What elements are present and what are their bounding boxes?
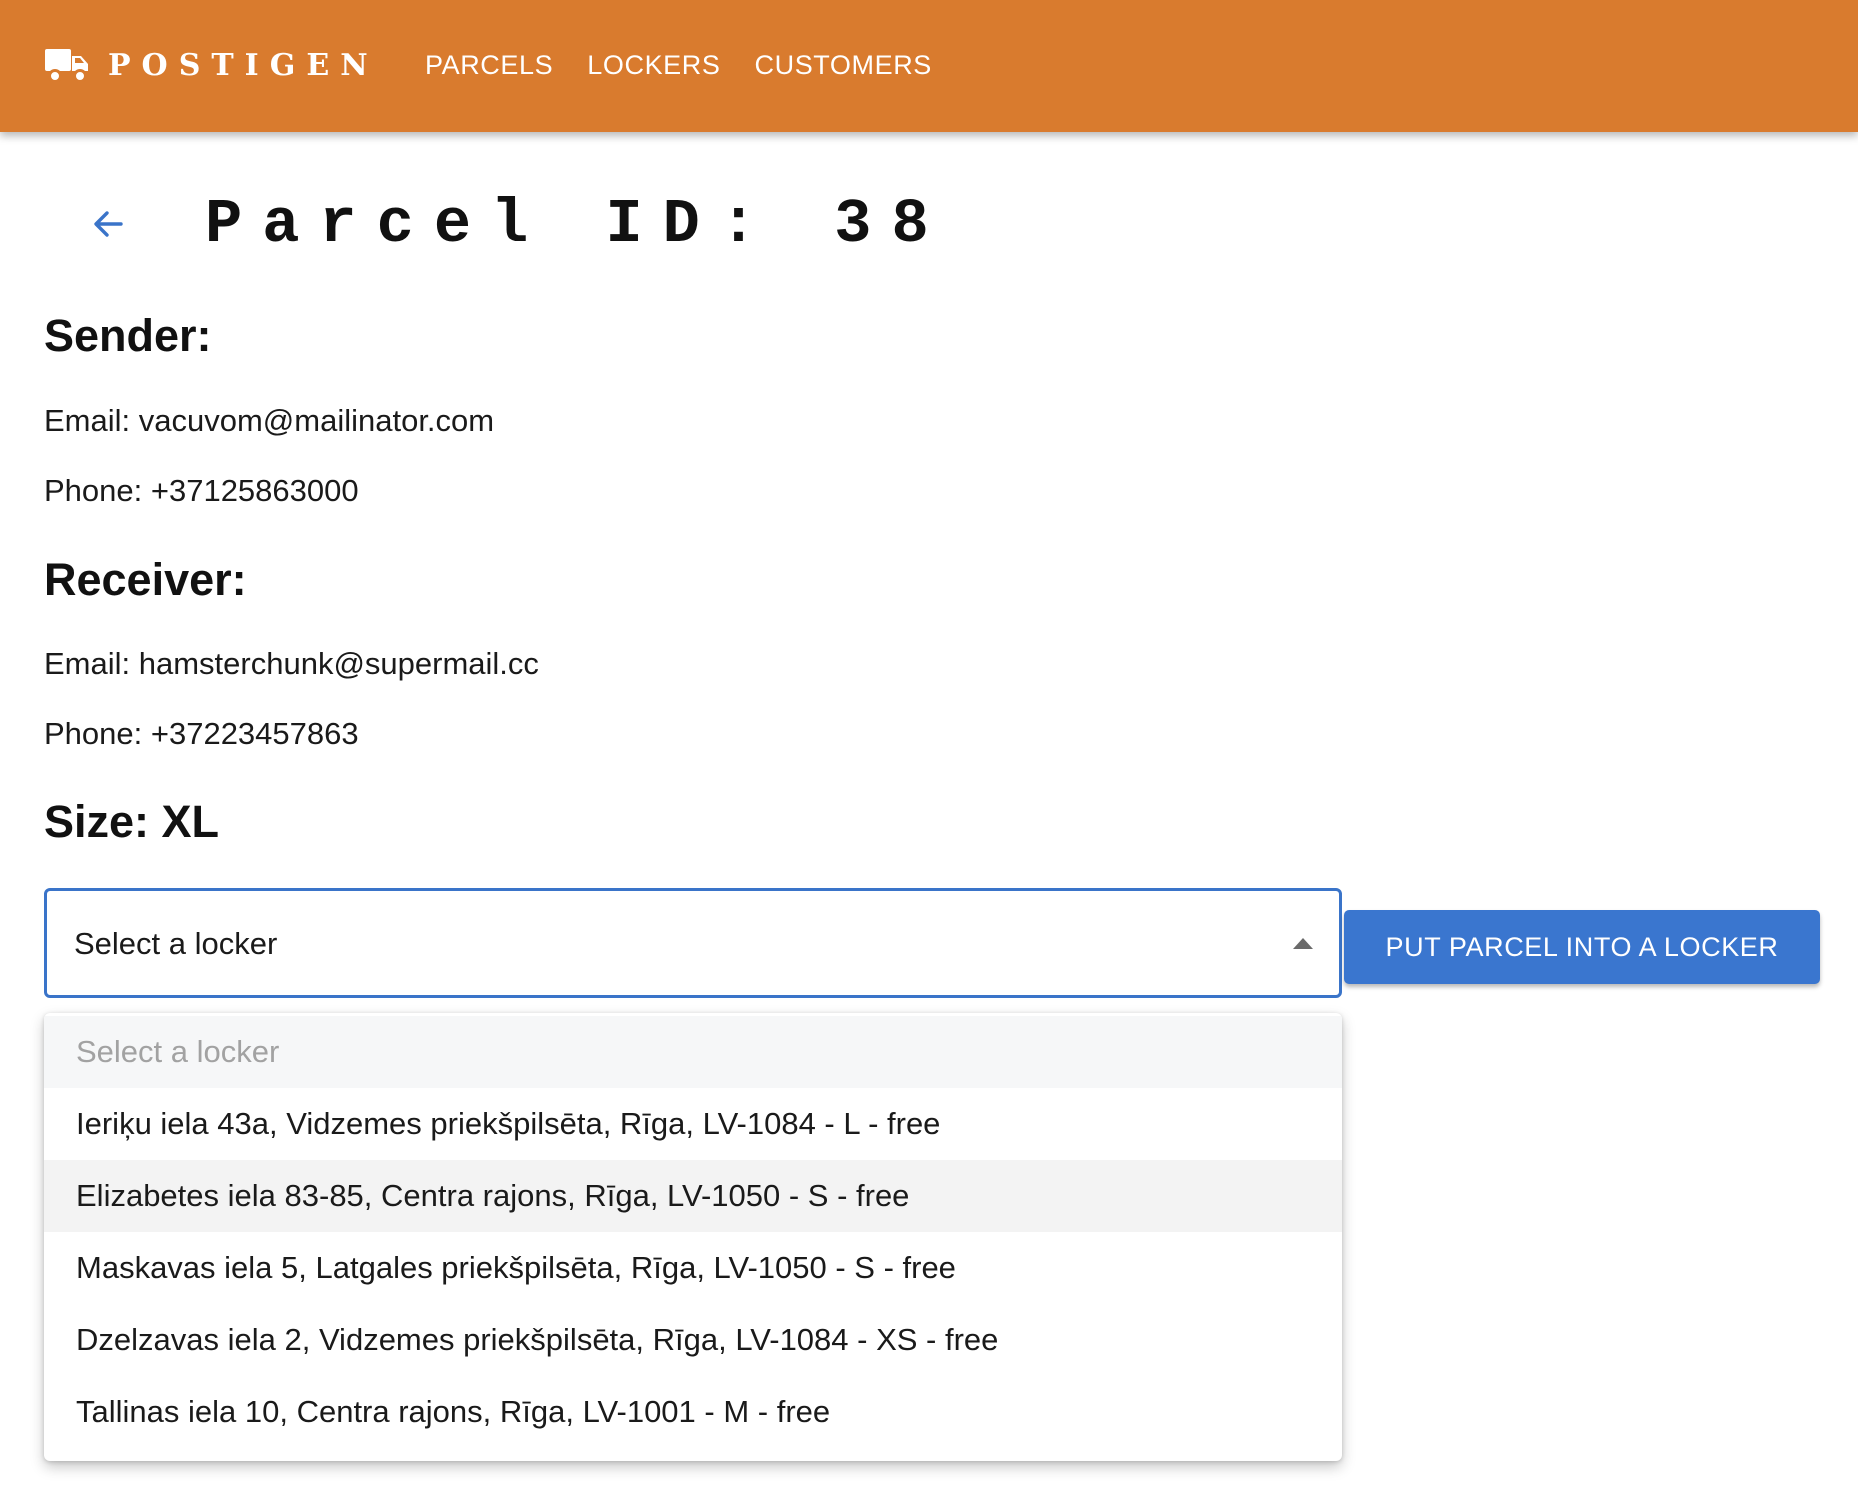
locker-option[interactable]: Maskavas iela 5, Latgales priekšpilsēta,… [44,1232,1342,1304]
receiver-phone: Phone: +37223457863 [44,716,359,751]
locker-option[interactable]: Elizabetes iela 83-85, Centra rajons, Rī… [44,1160,1342,1232]
truck-icon [45,49,88,83]
locker-options-menu: Select a locker Ieriķu iela 43a, Vidzeme… [44,1013,1342,1461]
brand-name: POSTIGEN [108,47,379,83]
size-heading: Size: XL [44,796,220,847]
locker-select-value: Select a locker [74,926,278,961]
locker-option[interactable]: Tallinas iela 10, Centra rajons, Rīga, L… [44,1376,1342,1448]
nav-customers-link[interactable]: CUSTOMERS [755,50,932,81]
nav-lockers-link[interactable]: LOCKERS [587,50,720,81]
locker-option-placeholder: Select a locker [44,1016,1342,1088]
sender-email: Email: vacuvom@mailinator.com [44,403,495,438]
locker-select[interactable]: Select a locker [44,888,1342,998]
arrow-left-icon [94,211,123,237]
locker-option[interactable]: Dzelzavas iela 2, Vidzemes priekšpilsēta… [44,1304,1342,1376]
receiver-email: Email: hamsterchunk@supermail.cc [44,646,539,681]
main-nav: PARCELS LOCKERS CUSTOMERS [425,44,966,86]
top-app-bar: POSTIGEN PARCELS LOCKERS CUSTOMERS [0,0,1858,132]
brand[interactable]: POSTIGEN [44,44,379,86]
page-title: Parcel ID: 38 [205,189,949,260]
sender-heading: Sender: [44,310,212,361]
back-button[interactable] [84,200,132,248]
put-parcel-into-locker-button[interactable]: PUT PARCEL INTO A LOCKER [1344,910,1820,984]
receiver-heading: Receiver: [44,554,247,605]
nav-parcels-link[interactable]: PARCELS [425,50,553,81]
sender-phone: Phone: +37125863000 [44,473,359,508]
caret-up-icon[interactable] [1293,938,1313,949]
locker-option[interactable]: Ieriķu iela 43a, Vidzemes priekšpilsēta,… [44,1088,1342,1160]
